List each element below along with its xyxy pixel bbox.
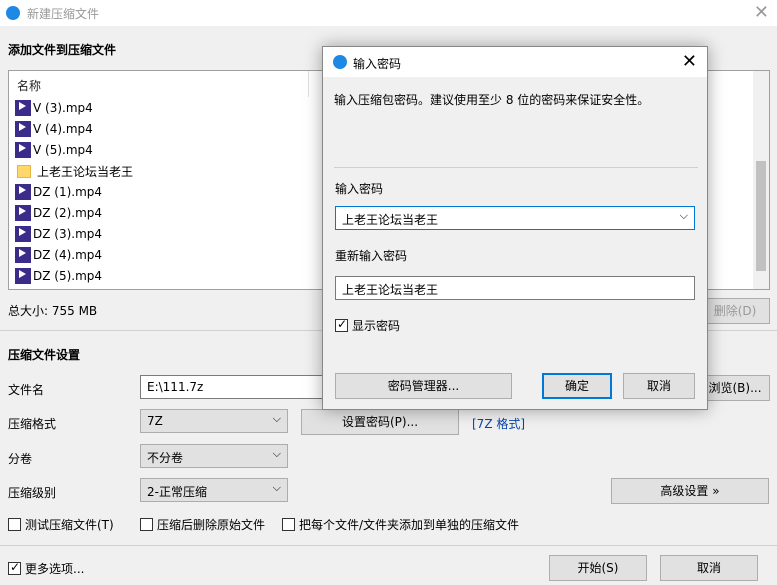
video-file-icon (15, 226, 31, 242)
reenter-input[interactable]: 上老王论坛当老王 (335, 276, 695, 300)
video-file-icon (15, 142, 31, 158)
format-select[interactable]: 7Z ⌵ (140, 409, 288, 433)
level-value: 2-正常压缩 (147, 485, 207, 499)
list-item[interactable]: 上老王论坛当老王 (15, 161, 133, 181)
filename-input[interactable]: E:\111.7z (140, 375, 325, 399)
video-file-icon (15, 121, 31, 137)
list-item[interactable]: V (3).mp4 (15, 98, 93, 118)
reenter-label: 重新输入密码 (335, 249, 408, 263)
list-item[interactable]: V (5).mp4 (15, 140, 93, 160)
file-name: DZ (3).mp4 (33, 227, 103, 241)
list-item[interactable]: DZ (5).mp4 (15, 266, 102, 286)
split-value: 不分卷 (147, 451, 184, 465)
level-label: 压缩级别 (8, 486, 57, 500)
checkbox-box[interactable] (8, 560, 21, 575)
file-name: DZ (5).mp4 (33, 269, 103, 283)
total-size: 总大小: 755 MB (8, 304, 98, 318)
window-close-icon[interactable]: ✕ (754, 2, 769, 23)
delete-after-checkbox[interactable]: 压缩后删除原始文件 (140, 516, 265, 533)
files-section-heading: 添加文件到压缩文件 (8, 43, 117, 57)
filename-label: 文件名 (8, 383, 45, 397)
format-value: 7Z (147, 414, 163, 428)
video-file-icon (15, 205, 31, 221)
file-list-scrollbar[interactable] (753, 71, 769, 289)
password-manager-button[interactable]: 密码管理器... (335, 373, 512, 399)
level-select[interactable]: 2-正常压缩 ⌵ (140, 478, 288, 502)
show-password-checkbox[interactable]: 显示密码 (335, 317, 400, 334)
main-cancel-button[interactable]: 取消 (660, 555, 758, 581)
split-select[interactable]: 不分卷 ⌵ (140, 444, 288, 468)
folder-icon (17, 164, 31, 178)
file-name: V (4).mp4 (33, 122, 93, 136)
chevron-down-icon: ⌵ (272, 447, 281, 460)
dialog-cancel-button[interactable]: 取消 (623, 373, 695, 399)
password-value: 上老王论坛当老王 (342, 213, 439, 227)
checkbox-box[interactable] (140, 518, 153, 531)
video-file-icon (15, 268, 31, 284)
file-name: V (3).mp4 (33, 101, 93, 115)
checkbox-box[interactable] (282, 518, 295, 531)
password-dialog: 输入密码 ✕ 输入压缩包密码。建议使用至少 8 位的密码来保证安全性。 输入密码… (322, 46, 708, 410)
more-options-label: 更多选项... (25, 562, 85, 576)
format-link[interactable]: [7Z 格式] (472, 415, 525, 432)
test-archive-label: 测试压缩文件(T) (25, 518, 114, 532)
scroll-thumb[interactable] (756, 161, 766, 271)
delete-button[interactable]: 删除(D) (700, 298, 770, 324)
list-item[interactable]: DZ (2).mp4 (15, 203, 102, 223)
start-button[interactable]: 开始(S) (549, 555, 647, 581)
video-file-icon (15, 247, 31, 263)
format-label: 压缩格式 (8, 417, 57, 431)
column-header-name[interactable]: 名称 (9, 71, 309, 97)
app-icon (6, 6, 20, 20)
more-options-checkbox[interactable]: 更多选项... (8, 560, 84, 577)
file-name: DZ (1).mp4 (33, 185, 103, 199)
checkbox-box[interactable] (335, 317, 348, 332)
divider (0, 545, 777, 546)
separate-archives-label: 把每个文件/文件夹添加到单独的压缩文件 (299, 518, 520, 532)
separate-archives-checkbox[interactable]: 把每个文件/文件夹添加到单独的压缩文件 (282, 516, 519, 533)
list-item[interactable]: DZ (1).mp4 (15, 182, 102, 202)
ok-button[interactable]: 确定 (542, 373, 612, 399)
dialog-instruction: 输入压缩包密码。建议使用至少 8 位的密码来保证安全性。 (334, 93, 650, 107)
set-password-button[interactable]: 设置密码(P)... (301, 409, 459, 435)
file-name: V (5).mp4 (33, 143, 93, 157)
password-input[interactable]: 上老王论坛当老王 ⌵ (335, 206, 695, 230)
show-password-label: 显示密码 (352, 319, 401, 333)
window-titlebar: 新建压缩文件 ✕ (0, 0, 777, 26)
list-item[interactable]: DZ (3).mp4 (15, 224, 102, 244)
file-name: 上老王论坛当老王 (37, 164, 134, 179)
app-icon (333, 55, 347, 69)
divider (334, 167, 698, 168)
dialog-title: 输入密码 (353, 57, 402, 71)
video-file-icon (15, 100, 31, 116)
settings-heading: 压缩文件设置 (8, 348, 81, 362)
dialog-titlebar: 输入密码 ✕ (323, 47, 707, 77)
list-item[interactable]: V (4).mp4 (15, 119, 93, 139)
chevron-down-icon: ⌵ (272, 481, 281, 494)
chevron-down-icon[interactable]: ⌵ (680, 209, 688, 223)
video-file-icon (15, 184, 31, 200)
advanced-settings-button[interactable]: 高级设置 » (611, 478, 769, 504)
browse-button[interactable]: 浏览(B)... (700, 375, 770, 401)
test-archive-checkbox[interactable]: 测试压缩文件(T) (8, 516, 114, 533)
delete-after-label: 压缩后删除原始文件 (157, 518, 266, 532)
password-label: 输入密码 (335, 182, 384, 196)
window-title: 新建压缩文件 (27, 7, 100, 21)
file-name: DZ (4).mp4 (33, 248, 103, 262)
list-item[interactable]: DZ (4).mp4 (15, 245, 102, 265)
split-label: 分卷 (8, 452, 33, 466)
dialog-close-icon[interactable]: ✕ (682, 51, 697, 72)
file-name: DZ (2).mp4 (33, 206, 103, 220)
chevron-down-icon: ⌵ (272, 412, 281, 425)
checkbox-box[interactable] (8, 518, 21, 531)
